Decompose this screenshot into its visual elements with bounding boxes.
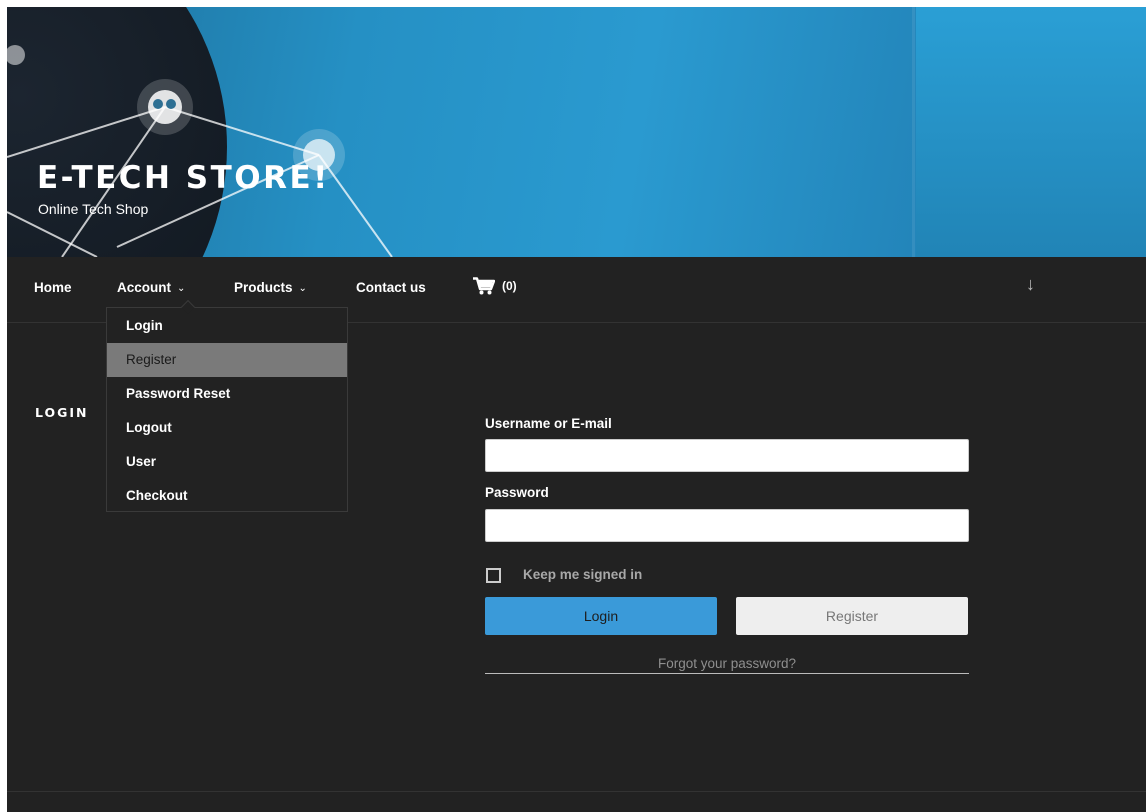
site-title[interactable]: E-TECH STORE! — [37, 160, 330, 196]
nav-home[interactable]: Home — [34, 280, 72, 295]
nav-cart[interactable]: (0) — [473, 277, 517, 295]
page: E-TECH STORE! Online Tech Shop Home Acco… — [7, 7, 1146, 812]
keep-signed-in-label[interactable]: Keep me signed in — [523, 567, 642, 582]
chevron-down-icon: ⌄ — [298, 283, 307, 294]
keep-signed-in-checkbox[interactable] — [486, 568, 501, 583]
account-dropdown-menu: Login Register Password Reset Logout Use… — [106, 299, 348, 513]
banner-right-panel — [916, 7, 1146, 257]
nav-contact[interactable]: Contact us — [356, 280, 426, 295]
footer-divider — [7, 791, 1146, 792]
login-button[interactable]: Login — [485, 597, 717, 635]
cart-count: (0) — [502, 279, 517, 293]
menu-item-register[interactable]: Register — [107, 343, 347, 377]
password-input[interactable] — [485, 509, 969, 542]
nav-home-label: Home — [34, 280, 72, 295]
nav-contact-label: Contact us — [356, 280, 426, 295]
scroll-down-icon[interactable]: ↓ — [1026, 274, 1035, 295]
nav-account[interactable]: Account ⌄ — [117, 280, 185, 295]
banner-stripe — [912, 7, 915, 257]
register-button[interactable]: Register — [736, 597, 968, 635]
menu-item-checkout[interactable]: Checkout — [107, 479, 347, 513]
forgot-password-link[interactable]: Forgot your password? — [485, 656, 969, 674]
menu-item-logout[interactable]: Logout — [107, 411, 347, 445]
menu-item-login[interactable]: Login — [107, 309, 347, 343]
nav-products-label: Products — [234, 280, 293, 295]
password-label: Password — [485, 485, 549, 500]
menu-item-password-reset[interactable]: Password Reset — [107, 377, 347, 411]
username-input[interactable] — [485, 439, 969, 472]
username-label: Username or E-mail — [485, 416, 612, 431]
nav-products[interactable]: Products ⌄ — [234, 280, 307, 295]
site-tagline: Online Tech Shop — [38, 201, 149, 217]
menu-item-user[interactable]: User — [107, 445, 347, 479]
cart-icon — [473, 277, 495, 295]
page-title: LOGIN — [35, 405, 89, 420]
network-illustration — [7, 45, 393, 257]
chevron-down-icon: ⌄ — [177, 283, 186, 294]
header-banner: E-TECH STORE! Online Tech Shop — [7, 7, 1146, 257]
nav-account-label: Account — [117, 280, 171, 295]
